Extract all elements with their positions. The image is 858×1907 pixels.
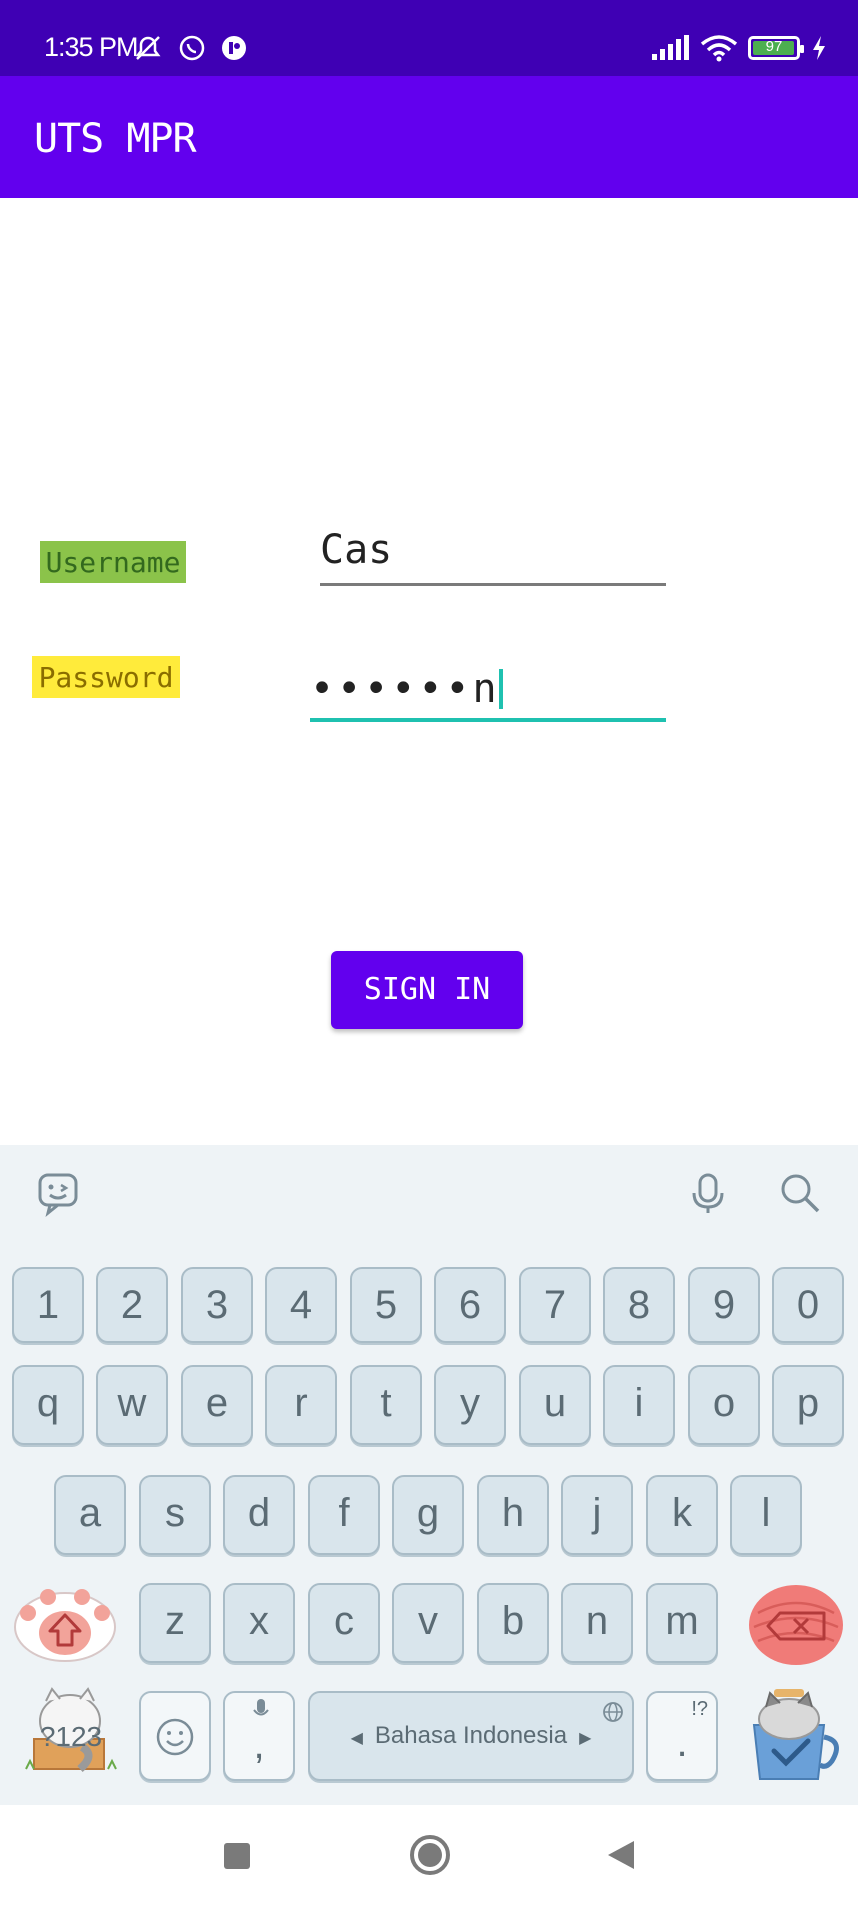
key-n[interactable]: n [561, 1583, 633, 1663]
microphone-icon[interactable] [684, 1169, 732, 1217]
space-label: Bahasa Indonesia [374, 1722, 568, 1749]
keyboard: 1 2 3 4 5 6 7 8 9 0 q w e r t y u i o p … [0, 1145, 858, 1805]
key-d[interactable]: d [223, 1475, 295, 1555]
key-u[interactable]: u [519, 1365, 591, 1445]
key-h[interactable]: h [477, 1475, 549, 1555]
text-cursor [498, 669, 503, 709]
sticker-icon[interactable] [34, 1169, 82, 1217]
period-key[interactable]: !? . [646, 1691, 718, 1781]
mute-icon [135, 36, 161, 60]
app-icon [222, 36, 246, 60]
status-time: 1:35 PM [44, 32, 139, 62]
key-b[interactable]: b [477, 1583, 549, 1663]
username-value: Cas [320, 527, 393, 573]
back-button[interactable] [602, 1835, 642, 1875]
key-k[interactable]: k [646, 1475, 718, 1555]
space-key[interactable]: ◀ Bahasa Indonesia ▶ [308, 1691, 634, 1781]
emoji-key[interactable] [139, 1691, 211, 1781]
space-left-arrow: ◀ [350, 1730, 363, 1747]
enter-key[interactable] [740, 1685, 846, 1785]
signal-icon [652, 35, 689, 60]
key-6[interactable]: 6 [434, 1267, 506, 1343]
key-o[interactable]: o [688, 1365, 760, 1445]
key-t[interactable]: t [350, 1365, 422, 1445]
key-7[interactable]: 7 [519, 1267, 591, 1343]
period-label: . [676, 1721, 688, 1765]
key-4[interactable]: 4 [265, 1267, 337, 1343]
key-m[interactable]: m [646, 1583, 718, 1663]
symbols-key[interactable]: ?123 [22, 1685, 118, 1775]
screen: 1:35 PM 97 UTS MPR Username Cas Password… [0, 0, 858, 1907]
key-i[interactable]: i [603, 1365, 675, 1445]
key-r[interactable]: r [265, 1365, 337, 1445]
key-s[interactable]: s [139, 1475, 211, 1555]
globe-icon [603, 1702, 623, 1722]
comma-label: , [253, 1723, 265, 1767]
whatsapp-icon [179, 35, 205, 61]
emoji-icon [156, 1718, 194, 1756]
key-c[interactable]: c [308, 1583, 380, 1663]
key-f[interactable]: f [308, 1475, 380, 1555]
key-w[interactable]: w [96, 1365, 168, 1445]
key-0[interactable]: 0 [772, 1267, 844, 1343]
status-right: 97 [650, 34, 828, 62]
symbols-key-label: ?123 [39, 1721, 103, 1752]
key-1[interactable]: 1 [12, 1267, 84, 1343]
key-g[interactable]: g [392, 1475, 464, 1555]
recents-button[interactable] [216, 1835, 256, 1875]
charging-icon [813, 36, 825, 60]
navigation-bar [0, 1805, 858, 1907]
username-input[interactable]: Cas [320, 520, 666, 586]
wifi-icon [700, 35, 738, 62]
comma-key[interactable]: , [223, 1691, 295, 1781]
key-e[interactable]: e [181, 1365, 253, 1445]
password-label: Password [32, 656, 180, 698]
key-p[interactable]: p [772, 1365, 844, 1445]
username-label: Username [40, 541, 186, 583]
battery-level: 97 [765, 38, 783, 55]
key-j[interactable]: j [561, 1475, 633, 1555]
key-a[interactable]: a [54, 1475, 126, 1555]
key-8[interactable]: 8 [603, 1267, 675, 1343]
key-x[interactable]: x [223, 1583, 295, 1663]
search-icon[interactable] [776, 1169, 824, 1217]
app-title: UTS MPR [34, 116, 197, 162]
key-v[interactable]: v [392, 1583, 464, 1663]
key-l[interactable]: l [730, 1475, 802, 1555]
key-y[interactable]: y [434, 1365, 506, 1445]
key-9[interactable]: 9 [688, 1267, 760, 1343]
app-bar: UTS MPR [0, 76, 858, 198]
key-q[interactable]: q [12, 1365, 84, 1445]
sign-in-button[interactable]: SIGN IN [331, 951, 523, 1029]
key-5[interactable]: 5 [350, 1267, 422, 1343]
backspace-key[interactable] [746, 1583, 846, 1667]
status-bar: 1:35 PM 97 [0, 0, 858, 76]
key-z[interactable]: z [139, 1583, 211, 1663]
space-right-arrow: ▶ [579, 1730, 592, 1747]
key-2[interactable]: 2 [96, 1267, 168, 1343]
battery-icon: 97 [748, 36, 804, 60]
password-input[interactable]: •••••• n [310, 660, 666, 722]
shift-key[interactable] [12, 1583, 118, 1663]
password-last-char: n [472, 666, 497, 712]
password-mask: •••••• [310, 666, 473, 712]
key-3[interactable]: 3 [181, 1267, 253, 1343]
home-button[interactable] [408, 1833, 452, 1877]
